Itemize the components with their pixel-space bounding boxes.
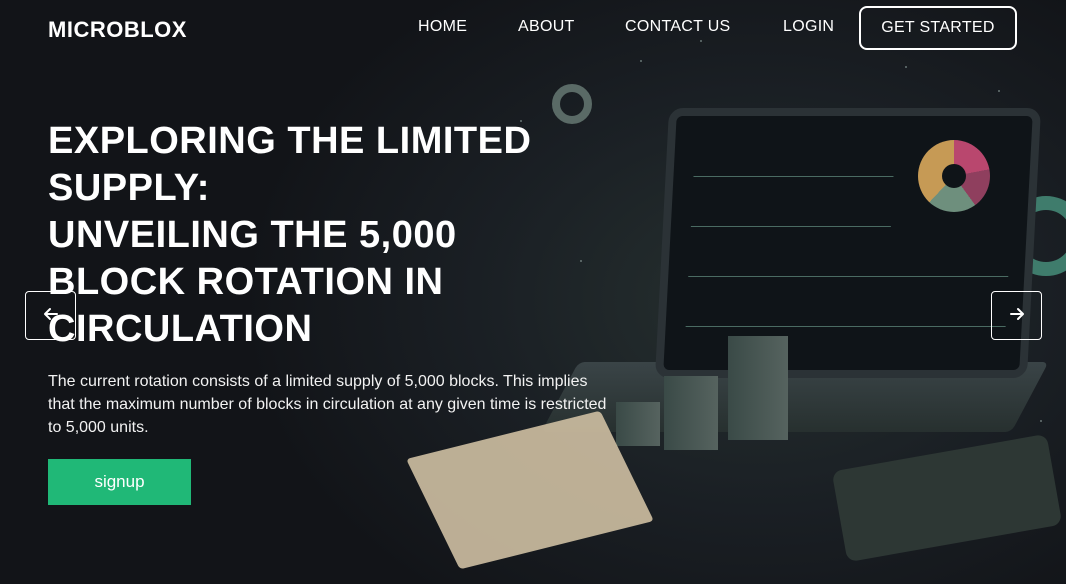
nav-contact-us[interactable]: CONTACT US bbox=[625, 18, 731, 36]
hero-description: The current rotation consists of a limit… bbox=[48, 373, 607, 436]
carousel-prev-button[interactable] bbox=[25, 291, 76, 340]
hero-headline: EXPLORING THE LIMITED SUPPLY: UNVEILING … bbox=[48, 118, 568, 353]
brand-logo[interactable]: MICROBLOX bbox=[48, 17, 187, 43]
headline-line: EXPLORING THE LIMITED bbox=[48, 120, 532, 162]
arrow-left-icon bbox=[43, 306, 59, 325]
headline-line: SUPPLY: bbox=[48, 167, 210, 209]
arrow-right-icon bbox=[1009, 306, 1025, 325]
dashboard-screen bbox=[654, 108, 1042, 378]
carousel-next-button[interactable] bbox=[991, 291, 1042, 340]
get-started-button[interactable]: GET STARTED bbox=[859, 6, 1017, 50]
nav-home[interactable]: HOME bbox=[418, 18, 467, 36]
nav-login[interactable]: LOGIN bbox=[783, 18, 834, 36]
headline-line: BLOCK ROTATION IN bbox=[48, 261, 444, 303]
pie-graphic bbox=[918, 140, 990, 212]
headline-line: UNVEILING THE 5,000 bbox=[48, 214, 457, 256]
nav-about[interactable]: ABOUT bbox=[518, 18, 575, 36]
headline-line: CIRCULATION bbox=[48, 308, 313, 350]
signup-button[interactable]: signup bbox=[48, 459, 191, 505]
